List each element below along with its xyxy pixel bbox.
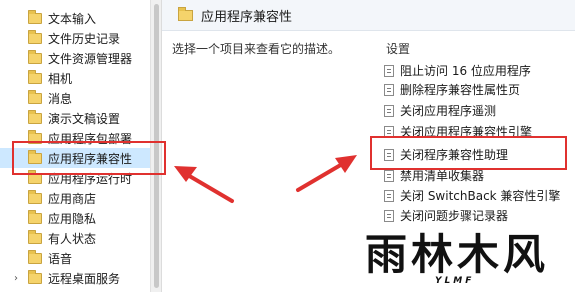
folder-icon <box>28 49 42 64</box>
tree-item[interactable]: 应用商店 <box>0 188 150 208</box>
tree-item-label: 文件历史记录 <box>48 31 121 46</box>
tree-item-label: 文本输入 <box>48 11 97 26</box>
pane-header: 应用程序兼容性 <box>162 0 575 31</box>
folder-icon <box>28 9 42 24</box>
tree-item-label: 演示文稿设置 <box>48 111 121 126</box>
policy-setting-icon <box>384 64 394 77</box>
settings-column-header[interactable]: 设置 <box>386 40 410 57</box>
policy-setting-icon <box>384 189 394 202</box>
setting-label: 关闭 SwitchBack 兼容性引擎 <box>400 189 561 203</box>
folder-icon <box>28 69 42 84</box>
tree-item[interactable]: 文件资源管理器 <box>0 48 150 68</box>
tree-item-label: 有人状态 <box>48 231 97 246</box>
tree-item[interactable]: › 远程桌面服务 <box>0 268 150 288</box>
tree-item-label: 应用商店 <box>48 191 97 206</box>
folder-icon <box>178 6 193 21</box>
watermark-subtext: YLMF <box>435 276 475 286</box>
setting-label: 阻止访问 16 位应用程序 <box>400 64 531 78</box>
tree-item[interactable]: 演示文稿设置 <box>0 108 150 128</box>
setting-label: 关闭应用程序遥测 <box>400 104 497 118</box>
policy-setting-icon <box>384 104 394 117</box>
setting-item[interactable]: 关闭 SwitchBack 兼容性引擎 <box>384 186 560 205</box>
watermark-text: 雨林木风 <box>365 230 550 279</box>
tree-item-label: 消息 <box>48 91 73 106</box>
tree-item[interactable]: 语音 <box>0 248 150 268</box>
folder-icon <box>28 109 42 124</box>
watermark-logo: 雨林木风 YLMF <box>365 232 570 292</box>
folder-icon <box>28 189 42 204</box>
setting-item[interactable]: 关闭应用程序遥测 <box>384 101 496 120</box>
setting-item[interactable]: 删除程序兼容性属性页 <box>384 80 520 99</box>
tree-item[interactable]: 文本输入 <box>0 8 150 28</box>
setting-item[interactable]: 关闭问题步骤记录器 <box>384 206 508 225</box>
policy-setting-icon <box>384 209 394 222</box>
pane-title: 应用程序兼容性 <box>201 9 293 25</box>
folder-icon <box>28 249 42 264</box>
tree-item[interactable]: 有人状态 <box>0 228 150 248</box>
policy-setting-icon <box>384 169 394 182</box>
setting-item[interactable]: 阻止访问 16 位应用程序 <box>384 61 531 80</box>
setting-label: 关闭问题步骤记录器 <box>400 209 509 223</box>
description-text: 选择一个项目来查看它的描述。 <box>172 42 341 56</box>
folder-icon <box>28 229 42 244</box>
tree-item[interactable]: 消息 <box>0 88 150 108</box>
tree-item[interactable]: 应用隐私 <box>0 208 150 228</box>
folder-icon <box>28 209 42 224</box>
setting-label: 删除程序兼容性属性页 <box>400 83 521 97</box>
highlight-box-tree <box>12 141 166 175</box>
policy-setting-icon <box>384 83 394 96</box>
tree-item[interactable]: 相机 <box>0 68 150 88</box>
tree-item-label: 语音 <box>48 251 73 266</box>
tree-item-label: 文件资源管理器 <box>48 51 133 66</box>
tree-item-label: 远程桌面服务 <box>48 271 121 286</box>
highlight-box-setting <box>370 136 567 170</box>
folder-icon <box>28 269 42 284</box>
folder-icon <box>28 89 42 104</box>
chevron-right-icon[interactable]: › <box>10 273 22 284</box>
tree-item-label: 相机 <box>48 71 73 86</box>
tree-item-label: 应用隐私 <box>48 211 97 226</box>
tree-item[interactable]: 文件历史记录 <box>0 28 150 48</box>
folder-icon <box>28 29 42 44</box>
